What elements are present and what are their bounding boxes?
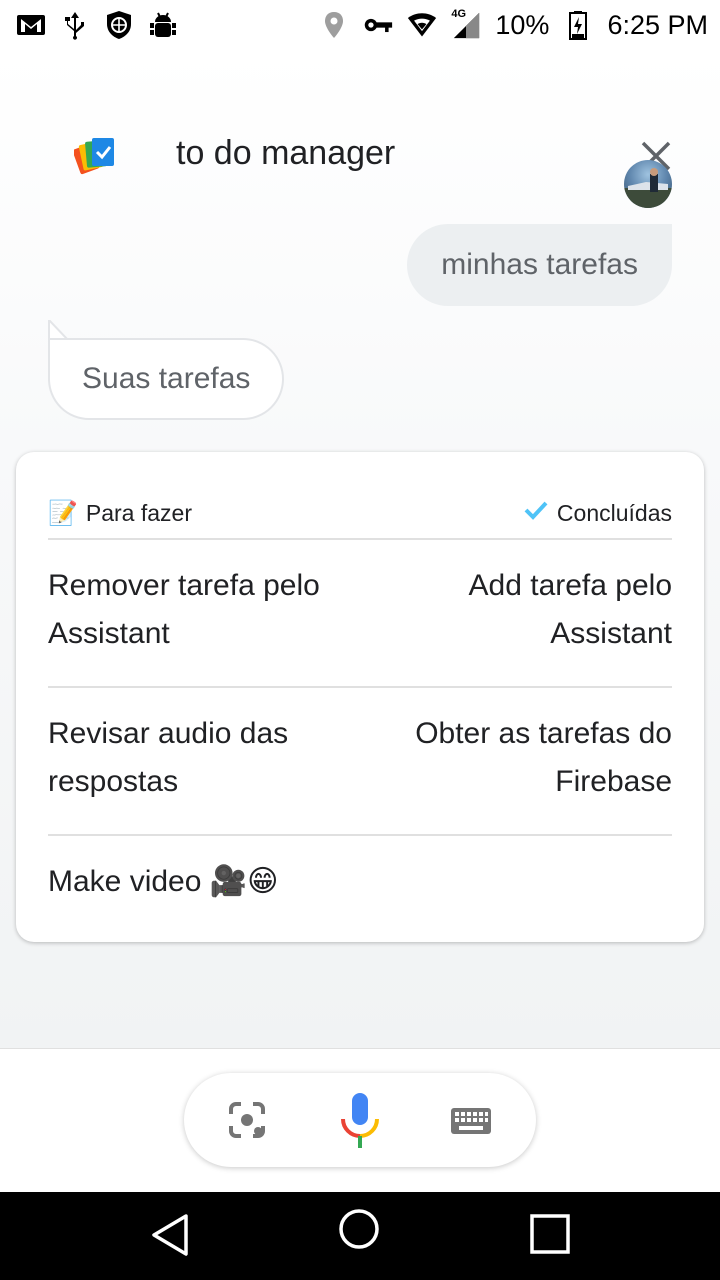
wifi-icon (407, 10, 437, 40)
assistant-panel: to do manager minhas tarefas Suas tarefa… (0, 50, 720, 1048)
battery-icon (563, 10, 593, 40)
clock: 6:25 PM (607, 9, 708, 40)
recent-apps-icon[interactable] (530, 1214, 570, 1254)
location-icon (319, 10, 349, 40)
todo-manager-logo-icon[interactable] (72, 136, 118, 178)
gmail-icon (16, 10, 46, 40)
mic-icon[interactable] (338, 1091, 382, 1151)
row-divider (48, 834, 672, 836)
network-type-label: 4G (451, 8, 467, 20)
vpn-shield-icon (104, 10, 134, 40)
assistant-input-bar (0, 1048, 720, 1192)
status-right-icons: 4G 10% 6:25 PM (319, 8, 708, 41)
task-row: Make video 🎥😁 (48, 858, 672, 906)
task-card-header: 📝 Para fazer Concluídas (48, 492, 672, 540)
lens-icon[interactable] (228, 1101, 266, 1139)
user-message-bubble: minhas tarefas (407, 224, 672, 306)
back-icon[interactable] (148, 1212, 192, 1258)
android-debug-icon (148, 10, 178, 40)
done-column-header: Concluídas (523, 499, 672, 527)
task-row: Remover tarefa pelo Assistant Add tarefa… (48, 562, 672, 658)
checkmark-icon (523, 499, 549, 527)
todo-task-item[interactable]: Revisar audio das respostas (48, 710, 348, 806)
task-list-card: 📝 Para fazer Concluídas Remover tarefa p… (16, 452, 704, 942)
status-bar: 4G 10% 6:25 PM (0, 0, 720, 50)
todo-column-header: 📝 Para fazer (48, 499, 192, 528)
keyboard-icon[interactable] (450, 1107, 492, 1135)
row-divider (48, 686, 672, 688)
status-left-icons (16, 10, 178, 40)
key-icon (363, 10, 393, 40)
todo-task-item[interactable]: Make video 🎥😁 (48, 858, 348, 906)
battery-percentage: 10% (495, 9, 550, 40)
done-task-item[interactable]: Obter as tarefas do Firebase (352, 710, 672, 806)
usb-icon (60, 10, 90, 40)
assistant-bubble-tail (48, 320, 68, 340)
system-nav-bar (0, 1192, 720, 1280)
todo-label: Para fazer (85, 499, 192, 526)
assistant-message-bubble: Suas tarefas (48, 338, 285, 420)
task-row: Revisar audio das respostas Obter as tar… (48, 710, 672, 806)
user-avatar[interactable] (624, 160, 672, 208)
done-task-item[interactable]: Add tarefa pelo Assistant (372, 562, 672, 658)
done-task-item (372, 858, 672, 906)
assistant-header: to do manager (0, 104, 720, 208)
input-pill (184, 1073, 536, 1167)
todo-task-item[interactable]: Remover tarefa pelo Assistant (48, 562, 348, 658)
done-label: Concluídas (556, 499, 672, 526)
memo-icon: 📝 (48, 499, 78, 527)
cell-signal-icon: 4G (451, 8, 481, 40)
query-text[interactable]: to do manager (176, 134, 395, 173)
home-icon[interactable] (338, 1208, 380, 1250)
